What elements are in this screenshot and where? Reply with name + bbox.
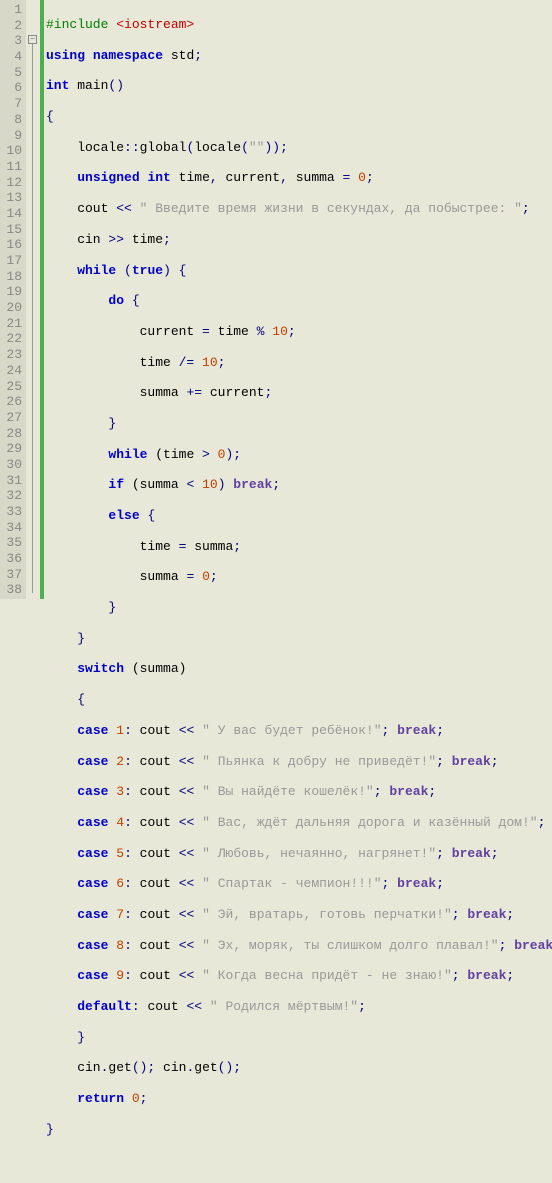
line-number: 31 xyxy=(2,473,22,489)
code-line: cin >> time; xyxy=(46,232,552,248)
code-line: time /= 10; xyxy=(46,355,552,371)
code-line: } xyxy=(46,631,552,647)
line-number: 26 xyxy=(2,394,22,410)
line-number: 21 xyxy=(2,316,22,332)
fold-gutter: − xyxy=(26,0,40,599)
code-line: case 7: cout << " Эй, вратарь, готовь пе… xyxy=(46,907,552,923)
line-number: 23 xyxy=(2,347,22,363)
code-line: int main() xyxy=(46,78,552,94)
line-number: 3 xyxy=(2,33,22,49)
line-number: 29 xyxy=(2,441,22,457)
code-line: case 3: cout << " Вы найдёте кошелёк!"; … xyxy=(46,784,552,800)
line-number: 27 xyxy=(2,410,22,426)
line-number: 18 xyxy=(2,269,22,285)
code-line: } xyxy=(46,1030,552,1046)
line-number: 14 xyxy=(2,206,22,222)
code-line: while (true) { xyxy=(46,263,552,279)
code-line: #include <iostream> xyxy=(46,17,552,33)
line-number: 17 xyxy=(2,253,22,269)
line-number: 36 xyxy=(2,551,22,567)
line-number-gutter: 1234567891011121314151617181920212223242… xyxy=(0,0,26,599)
line-number: 4 xyxy=(2,49,22,65)
line-number: 12 xyxy=(2,175,22,191)
line-number: 32 xyxy=(2,488,22,504)
fold-toggle[interactable]: − xyxy=(28,35,37,44)
code-line: } xyxy=(46,600,552,616)
code-line: case 5: cout << " Любовь, нечаянно, нагр… xyxy=(46,846,552,862)
line-number: 35 xyxy=(2,535,22,551)
code-line: case 2: cout << " Пьянка к добру не прив… xyxy=(46,754,552,770)
code-line: switch (summa) xyxy=(46,661,552,677)
fold-guide-line xyxy=(32,38,33,593)
line-number: 19 xyxy=(2,284,22,300)
line-number: 6 xyxy=(2,80,22,96)
code-line: { xyxy=(46,109,552,125)
code-line: case 1: cout << " У вас будет ребёнок!";… xyxy=(46,723,552,739)
code-line: } xyxy=(46,416,552,432)
line-number: 13 xyxy=(2,190,22,206)
line-number: 10 xyxy=(2,143,22,159)
line-number: 5 xyxy=(2,65,22,81)
code-line: cin.get(); cin.get(); xyxy=(46,1060,552,1076)
line-number: 7 xyxy=(2,96,22,112)
line-number: 9 xyxy=(2,128,22,144)
line-number: 24 xyxy=(2,363,22,379)
line-number: 1 xyxy=(2,2,22,18)
code-line: case 4: cout << " Вас, ждёт дальняя доро… xyxy=(46,815,552,831)
code-line: time = summa; xyxy=(46,539,552,555)
code-line: } xyxy=(46,1122,552,1138)
line-number: 16 xyxy=(2,237,22,253)
code-line: case 6: cout << " Спартак - чемпион!!!";… xyxy=(46,876,552,892)
code-line: while (time > 0); xyxy=(46,447,552,463)
code-line: if (summa < 10) break; xyxy=(46,477,552,493)
line-number: 34 xyxy=(2,520,22,536)
code-line: { xyxy=(46,692,552,708)
code-line: return 0; xyxy=(46,1091,552,1107)
line-number: 38 xyxy=(2,582,22,598)
code-line: unsigned int time, current, summa = 0; xyxy=(46,170,552,186)
line-number: 15 xyxy=(2,222,22,238)
code-line: summa += current; xyxy=(46,385,552,401)
include-path: <iostream> xyxy=(116,17,194,32)
code-line: locale::global(locale("")); xyxy=(46,140,552,156)
code-line: summa = 0; xyxy=(46,569,552,585)
line-number: 22 xyxy=(2,331,22,347)
line-number: 2 xyxy=(2,18,22,34)
code-line: else { xyxy=(46,508,552,524)
line-number: 11 xyxy=(2,159,22,175)
line-number: 30 xyxy=(2,457,22,473)
code-line: case 9: cout << " Когда весна придёт - н… xyxy=(46,968,552,984)
preprocessor: #include xyxy=(46,17,116,32)
code-editor-area[interactable]: #include <iostream> using namespace std;… xyxy=(44,0,552,599)
code-line: do { xyxy=(46,293,552,309)
line-number: 37 xyxy=(2,567,22,583)
line-number: 33 xyxy=(2,504,22,520)
code-line xyxy=(46,1152,552,1168)
line-number: 28 xyxy=(2,426,22,442)
code-line: cout << " Введите время жизни в секундах… xyxy=(46,201,552,217)
line-number: 20 xyxy=(2,300,22,316)
code-line: current = time % 10; xyxy=(46,324,552,340)
code-line: using namespace std; xyxy=(46,48,552,64)
code-line: default: cout << " Родился мёртвым!"; xyxy=(46,999,552,1015)
code-line: case 8: cout << " Эх, моряк, ты слишком … xyxy=(46,938,552,954)
line-number: 8 xyxy=(2,112,22,128)
line-number: 25 xyxy=(2,379,22,395)
